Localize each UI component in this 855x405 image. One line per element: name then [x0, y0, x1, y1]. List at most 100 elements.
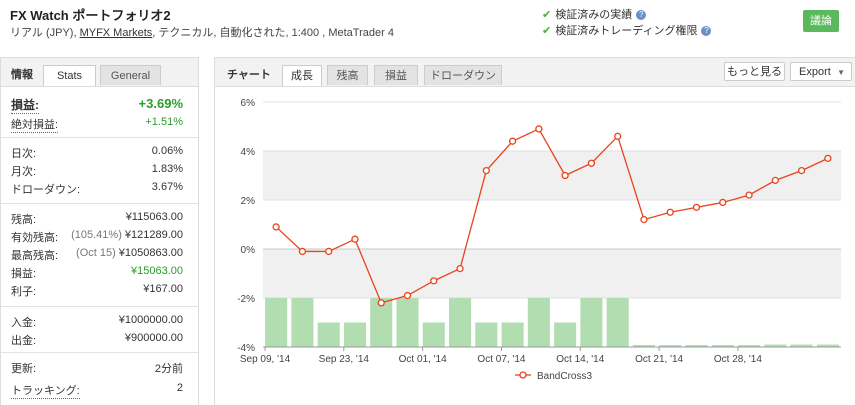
- stat-deposits: 入金: ¥1000000.00: [11, 314, 183, 330]
- stat-value: ¥167.00: [143, 283, 183, 295]
- stat-label: 日次:: [11, 148, 37, 160]
- x-tick-label: Sep 23, '14: [319, 354, 370, 365]
- series-point: [666, 208, 674, 216]
- stat-equity: 有効残高: (105.41%) ¥121289.00: [11, 229, 183, 245]
- drawdown-bar: [343, 322, 366, 347]
- drawdown-bar: [527, 298, 550, 347]
- stat-monthly: 月次: 1.83%: [11, 163, 183, 179]
- series-point: [587, 159, 596, 167]
- see-more-button[interactable]: もっと見る: [724, 62, 785, 81]
- verified-track-record-label: 検証済みの実績: [555, 9, 633, 21]
- chart-label: チャート: [227, 69, 271, 81]
- chevron-down-icon: ▼: [837, 68, 845, 77]
- account-details: リアル (JPY), MYFX Markets, テクニカル, 自動化された, …: [10, 24, 394, 40]
- stat-highest-balance: 最高残高: (Oct 15) ¥1050863.00: [11, 247, 183, 263]
- tab-growth[interactable]: 成長: [282, 65, 322, 86]
- discuss-button[interactable]: 議論: [803, 10, 839, 32]
- drawdown-bar: [606, 298, 629, 347]
- stat-label[interactable]: トラッキング:: [11, 382, 80, 399]
- stat-daily: 日次: 0.06%: [11, 145, 183, 161]
- x-axis: Sep 09, '14 Sep 23, '14 Oct 01, '14 Oct 07,…: [240, 346, 841, 365]
- info-label: 情報: [11, 69, 33, 81]
- series-point: [482, 166, 490, 175]
- stat-prefix: (Oct 15): [76, 247, 116, 259]
- x-tick-label: Oct 01, '14: [399, 354, 447, 365]
- stat-gain: 損益: +3.69%: [11, 96, 183, 114]
- y-tick-label: 2%: [241, 196, 256, 207]
- drawdown-bar: [422, 322, 445, 347]
- account-header: FX Watch ポートフォリオ2 リアル (JPY), MYFX Market…: [0, 0, 855, 52]
- tab-profit[interactable]: 損益: [374, 65, 418, 85]
- drawdown-bar: [554, 322, 577, 347]
- tab-stats[interactable]: Stats: [43, 65, 96, 86]
- chart-tab-bar: チャート 成長 残高 損益 ドローダウン もっと見る Export ▼: [215, 58, 855, 87]
- stat-absolute-gain: 絶対損益: +1.51%: [11, 116, 183, 133]
- stat-label: 損益:: [11, 98, 39, 114]
- divider: [1, 352, 198, 353]
- drawdown-bar: [265, 298, 288, 347]
- series-point: [377, 299, 385, 307]
- divider: [1, 137, 198, 138]
- stat-prefix: (105.41%): [71, 229, 122, 241]
- account-type: , テクニカル, 自動化された, 1:400 , MetaTrader 4: [152, 27, 394, 39]
- export-label: Export: [799, 66, 831, 78]
- drawdown-bar: [291, 298, 314, 347]
- export-dropdown[interactable]: Export ▼: [790, 62, 852, 81]
- drawdown-bar: [501, 322, 524, 347]
- drawdown-bar: [396, 298, 419, 347]
- series-point: [456, 264, 464, 273]
- tab-general[interactable]: General: [100, 65, 161, 85]
- stat-interest: 利子: ¥167.00: [11, 283, 183, 299]
- series-point: [745, 191, 753, 199]
- broker-link[interactable]: MYFX Markets: [80, 27, 153, 39]
- series-point: [692, 203, 701, 211]
- help-icon[interactable]: ?: [701, 26, 712, 37]
- stat-value: ¥1050863.00: [118, 247, 183, 259]
- series-point: [430, 277, 438, 285]
- stat-balance: 残高: ¥115063.00: [11, 211, 183, 227]
- y-tick-label: 6%: [241, 98, 256, 109]
- stat-value: +1.51%: [145, 116, 183, 128]
- drawdown-bar: [317, 322, 340, 347]
- stat-label: 月次:: [11, 166, 37, 178]
- check-icon: ✔: [542, 9, 552, 21]
- stat-profit: 損益: ¥15063.00: [11, 265, 183, 281]
- stat-value: 0.06%: [151, 145, 183, 157]
- stat-value: ¥1000000.00: [118, 314, 183, 326]
- verified-trading-privileges-label: 検証済みトレーディング権限: [555, 25, 698, 37]
- stat-label: ドローダウン:: [11, 184, 81, 196]
- help-icon[interactable]: ?: [636, 10, 647, 21]
- x-tick-label: Oct 07, '14: [477, 354, 525, 365]
- check-icon: ✔: [542, 25, 552, 37]
- stat-value: +3.69%: [138, 96, 183, 111]
- stat-value: ¥121289.00: [124, 229, 183, 241]
- stat-value: 2分前: [154, 363, 183, 375]
- y-tick-label: -4%: [237, 343, 255, 354]
- stat-label: 出金:: [11, 335, 37, 347]
- stat-label: 損益:: [11, 268, 37, 280]
- series-point: [403, 291, 412, 300]
- verified-trading-privileges: ✔ 検証済みトレーディング権限?: [542, 22, 712, 38]
- series-point: [640, 215, 648, 224]
- tab-balance[interactable]: 残高: [327, 65, 368, 85]
- stat-drawdown: ドローダウン: 3.67%: [11, 181, 183, 197]
- series-point: [272, 223, 280, 231]
- verified-track-record: ✔ 検証済みの実績?: [542, 6, 647, 22]
- chart-panel: チャート 成長 残高 損益 ドローダウン もっと見る Export ▼ 6% 4% 2…: [214, 57, 855, 405]
- legend-marker: [519, 371, 527, 379]
- tab-drawdown[interactable]: ドローダウン: [424, 65, 502, 85]
- series-point: [797, 166, 806, 175]
- series-point: [614, 132, 622, 140]
- series-point: [325, 247, 333, 256]
- divider: [1, 203, 198, 204]
- series-point: [351, 235, 359, 243]
- stat-value: ¥115063.00: [125, 211, 183, 223]
- divider: [1, 306, 198, 307]
- stat-value-group: (105.41%) ¥121289.00: [71, 229, 183, 241]
- stat-value-group: (Oct 15) ¥1050863.00: [76, 247, 183, 259]
- drawdown-bars: [265, 298, 839, 347]
- drawdown-bar: [449, 298, 472, 347]
- account-currency: リアル (JPY),: [10, 27, 80, 39]
- stat-label: 更新:: [11, 363, 37, 375]
- x-tick-label: Oct 21, '14: [635, 354, 683, 365]
